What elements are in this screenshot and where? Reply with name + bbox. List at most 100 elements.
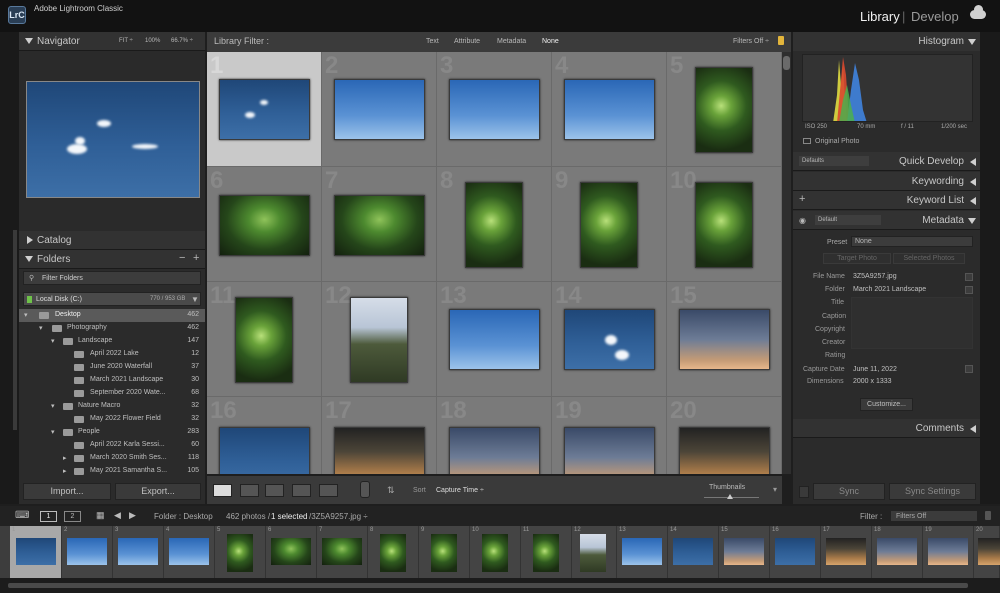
grid-cell[interactable]: 15 <box>667 282 782 397</box>
add-keyword-button[interactable]: + <box>799 193 805 205</box>
filter-none[interactable]: None <box>542 38 559 45</box>
scroll-thumb[interactable] <box>783 56 790 70</box>
filter-metadata[interactable]: Metadata <box>497 38 526 45</box>
filmstrip-cell[interactable]: 4 <box>164 526 215 578</box>
thumbnail[interactable] <box>679 427 770 474</box>
filmstrip-thumb[interactable] <box>580 534 606 572</box>
filmstrip-cell[interactable]: 1 <box>10 526 62 578</box>
filter-text[interactable]: Text <box>426 38 439 45</box>
filmstrip-thumb[interactable] <box>118 538 158 565</box>
thumbnail[interactable] <box>449 427 540 474</box>
remove-folder-button[interactable]: − <box>179 252 185 264</box>
grid-cell[interactable]: 14 <box>552 282 667 397</box>
filmstrip-cell[interactable]: 8 <box>368 526 419 578</box>
thumbnail[interactable] <box>334 79 425 140</box>
export-button[interactable]: Export... <box>115 483 201 500</box>
navigator-header[interactable]: Navigator FIT ÷ 100% 66.7% ÷ <box>19 32 205 51</box>
filmstrip-scrollbar[interactable] <box>0 578 1000 593</box>
keywording-header[interactable]: Keywording <box>793 172 980 191</box>
folder-row[interactable]: June 2020 Waterfall 37 <box>19 361 205 374</box>
filmstrip-thumb[interactable] <box>271 538 311 565</box>
histogram-header[interactable]: Histogram <box>793 32 980 51</box>
thumbnail[interactable] <box>695 182 753 268</box>
thumbnail[interactable] <box>695 67 753 153</box>
filmstrip-thumb[interactable] <box>533 534 559 572</box>
grid-cell[interactable]: 17 <box>322 397 437 474</box>
filmstrip-thumb[interactable] <box>673 538 713 565</box>
folder-row[interactable]: May 2022 Flower Field 32 <box>19 413 205 426</box>
source-label[interactable]: Folder : Desktop <box>154 512 213 521</box>
thumbnail[interactable] <box>219 195 310 256</box>
folder-row[interactable]: ▸ March 2020 Smith Ses... 118 <box>19 452 205 465</box>
filmstrip-cell[interactable]: 2 <box>62 526 113 578</box>
grid-icon[interactable]: ▦ <box>96 510 105 521</box>
sort-direction-icon[interactable]: ⇅ <box>387 485 395 496</box>
filmstrip-thumb[interactable] <box>877 538 917 565</box>
left-scroll[interactable] <box>13 230 17 430</box>
filmstrip-cell[interactable]: 16 <box>770 526 821 578</box>
filmstrip-cell[interactable]: 14 <box>668 526 719 578</box>
filmstrip-cell[interactable]: 7 <box>317 526 368 578</box>
zoom-66[interactable]: 66.7% ÷ <box>171 38 193 44</box>
navigator-preview[interactable] <box>26 81 200 198</box>
thumbnail[interactable] <box>350 297 408 383</box>
module-library[interactable]: Library <box>860 9 900 24</box>
filter-attribute[interactable]: Attribute <box>454 38 480 45</box>
sync-button[interactable]: Sync <box>813 483 885 500</box>
grid-view-icon[interactable] <box>213 484 232 497</box>
filmstrip-thumb[interactable] <box>928 538 968 565</box>
compare-view-icon[interactable] <box>265 484 284 497</box>
grid-cell[interactable]: 3 <box>437 52 552 167</box>
thumbnail[interactable] <box>564 79 655 140</box>
survey-view-icon[interactable] <box>292 484 311 497</box>
arrow-right-icon[interactable] <box>965 273 973 281</box>
grid-cell[interactable]: 2 <box>322 52 437 167</box>
lock-icon[interactable] <box>985 511 991 520</box>
grid-cell[interactable]: 5 <box>667 52 782 167</box>
filmstrip-cell[interactable]: 12 <box>572 526 617 578</box>
grid-cell[interactable]: 10 <box>667 167 782 282</box>
filmstrip-cell[interactable]: 18 <box>872 526 923 578</box>
thumbnail[interactable] <box>679 309 770 370</box>
thumbnail[interactable] <box>219 79 310 140</box>
target-photo-tab[interactable]: Target Photo <box>823 253 891 264</box>
filmstrip-thumb[interactable] <box>67 538 107 565</box>
folder-row[interactable]: ▾ People 283 <box>19 426 205 439</box>
sort-select[interactable]: Capture Time ÷ <box>436 487 484 494</box>
folder-row[interactable]: ▾ Nature Macro 32 <box>19 400 205 413</box>
thumbnail[interactable] <box>564 309 655 370</box>
grid-cell[interactable]: 12 <box>322 282 437 397</box>
customize-button[interactable]: Customize... <box>860 398 913 411</box>
arrow-left-icon[interactable]: ◀ <box>114 510 121 521</box>
grid-cell[interactable]: 7 <box>322 167 437 282</box>
filmstrip-thumb[interactable] <box>380 534 406 572</box>
filmstrip-cell[interactable]: 6 <box>266 526 317 578</box>
filmstrip-cell[interactable]: 19 <box>923 526 974 578</box>
meta-value[interactable]: March 2021 Landscape <box>853 286 926 293</box>
filmstrip-cell[interactable]: 9 <box>419 526 470 578</box>
selected-file[interactable]: /3Z5A9257.jpg ÷ <box>309 512 368 521</box>
grid-cell[interactable]: 1 <box>207 52 322 167</box>
sync-settings-button[interactable]: Sync Settings <box>889 483 976 500</box>
secondary-display-button[interactable]: 2 <box>64 511 81 522</box>
primary-display-button[interactable]: 1 <box>40 511 57 522</box>
module-develop[interactable]: Develop <box>911 9 959 24</box>
grid-cell[interactable]: 20 <box>667 397 782 474</box>
filmstrip-thumb[interactable] <box>431 534 457 572</box>
thumbnail[interactable] <box>235 297 293 383</box>
zoom-fit[interactable]: FIT ÷ <box>119 38 133 44</box>
cloud-icon[interactable] <box>970 5 986 19</box>
grid-cell[interactable]: 9 <box>552 167 667 282</box>
thumbnail[interactable] <box>449 79 540 140</box>
grid-cell[interactable]: 19 <box>552 397 667 474</box>
meta-value[interactable]: June 11, 2022 <box>853 366 897 373</box>
arrow-right-icon[interactable] <box>965 365 973 373</box>
folder-row[interactable]: ▾ Photography 462 <box>19 322 205 335</box>
slider-thumb[interactable] <box>727 494 733 499</box>
arrow-right-icon[interactable] <box>965 286 973 294</box>
folder-row[interactable]: April 2022 Lake 12 <box>19 348 205 361</box>
grid-cell[interactable]: 16 <box>207 397 322 474</box>
grid-cell[interactable]: 18 <box>437 397 552 474</box>
filmstrip-cell[interactable]: 17 <box>821 526 872 578</box>
eye-icon[interactable]: ◉ <box>799 216 806 225</box>
